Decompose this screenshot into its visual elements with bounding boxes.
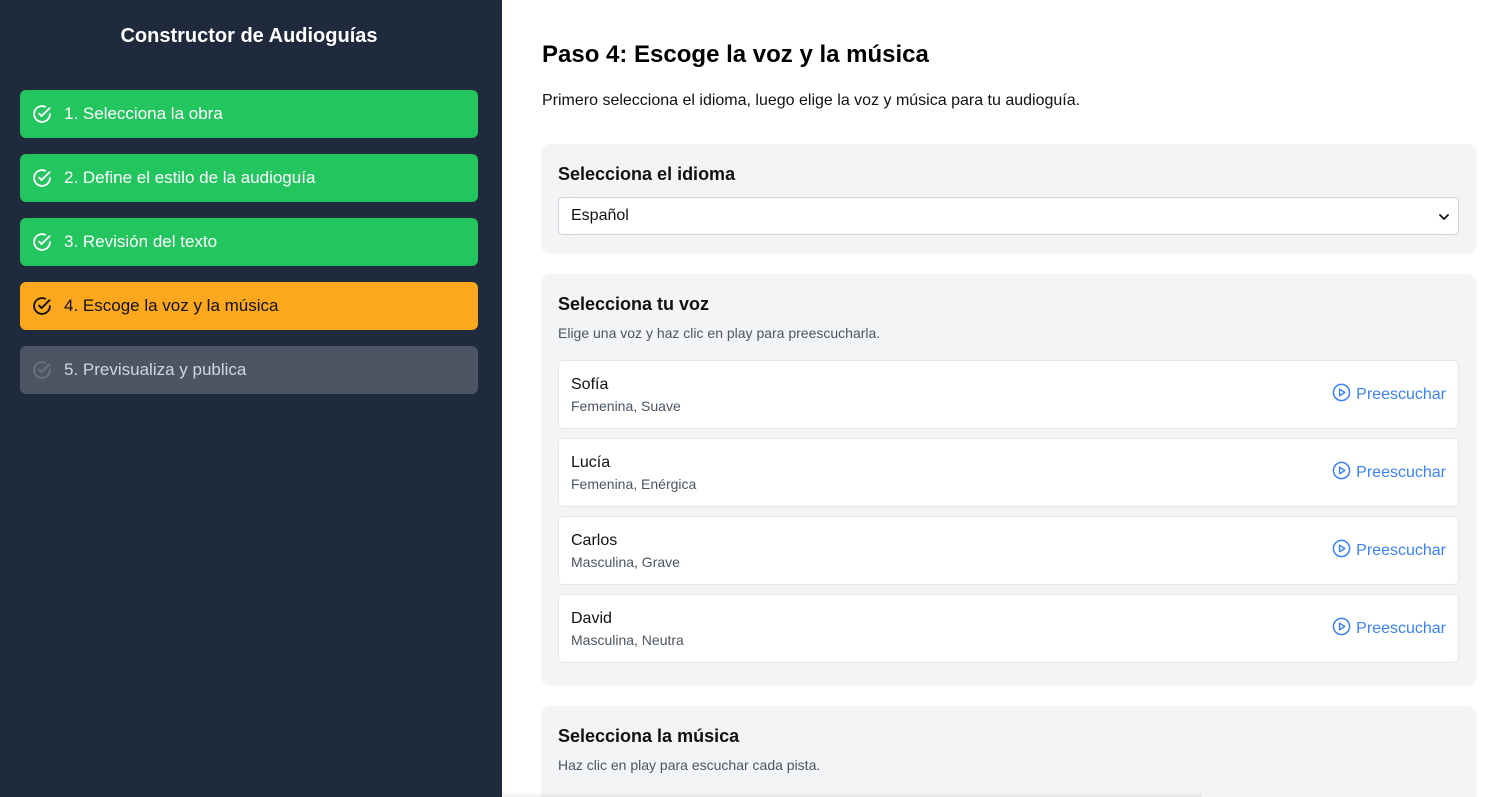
- voice-item-carlos[interactable]: Carlos Masculina, Grave Preescuchar: [558, 516, 1459, 585]
- voice-info: Sofía Femenina, Suave: [571, 375, 681, 414]
- language-card: Selecciona el idioma Español: [542, 144, 1476, 252]
- main-content: Paso 4: Escoge la voz y la música Primer…: [502, 0, 1509, 797]
- music-card-title: Selecciona la música: [558, 726, 740, 746]
- voice-description: Femenina, Suave: [571, 398, 681, 414]
- step-label: 2. Define el estilo de la audioguía: [64, 168, 316, 187]
- check-circle-icon: [32, 168, 52, 188]
- voice-description: Masculina, Grave: [571, 554, 680, 570]
- voice-description: Masculina, Neutra: [571, 632, 684, 648]
- voice-item-david[interactable]: David Masculina, Neutra Preescuchar: [558, 594, 1459, 663]
- play-circle-icon: [1332, 617, 1351, 641]
- preview-label: Preescuchar: [1356, 463, 1446, 481]
- step-5-preview-publish[interactable]: 5. Previsualiza y publica: [20, 346, 478, 394]
- preview-label: Preescuchar: [1356, 385, 1446, 403]
- music-card: Selecciona la música Haz clic en play pa…: [542, 706, 1476, 797]
- voice-info: Lucía Femenina, Enérgica: [571, 453, 696, 492]
- voice-card-subtitle: Elige una voz y haz clic en play para pr…: [558, 325, 881, 341]
- step-label: 5. Previsualiza y publica: [64, 360, 247, 379]
- step-label: 1. Selecciona la obra: [64, 104, 223, 123]
- voice-name: Lucía: [571, 454, 611, 471]
- voice-card-title: Selecciona tu voz: [558, 294, 710, 314]
- preview-button[interactable]: Preescuchar: [1332, 539, 1446, 563]
- language-selected-value: Español: [571, 207, 629, 224]
- voice-name: David: [571, 610, 612, 627]
- app-title: Constructor de Audioguías: [120, 25, 378, 47]
- step-label: 4. Escoge la voz y la música: [64, 296, 279, 315]
- voice-name: Carlos: [571, 532, 618, 549]
- voice-info: Carlos Masculina, Grave: [571, 531, 680, 570]
- preview-label: Preescuchar: [1356, 619, 1446, 637]
- scroll-fade: [502, 791, 1202, 797]
- play-circle-icon: [1332, 539, 1351, 563]
- step-4-voice-music[interactable]: 4. Escoge la voz y la música: [20, 282, 478, 330]
- step-2-define-style[interactable]: 2. Define el estilo de la audioguía: [20, 154, 478, 202]
- play-circle-icon: [1332, 461, 1351, 485]
- step-label: 3. Revisión del texto: [64, 232, 218, 251]
- preview-button[interactable]: Preescuchar: [1332, 461, 1446, 485]
- voice-description: Femenina, Enérgica: [571, 476, 697, 492]
- preview-button[interactable]: Preescuchar: [1332, 617, 1446, 641]
- preview-label: Preescuchar: [1356, 541, 1446, 559]
- voice-info: David Masculina, Neutra: [571, 609, 684, 648]
- voice-name: Sofía: [571, 376, 609, 393]
- play-circle-icon: [1332, 383, 1351, 407]
- check-circle-icon: [32, 232, 52, 252]
- page-title: Paso 4: Escoge la voz y la música: [542, 41, 929, 68]
- chevron-down-icon: [1438, 210, 1450, 222]
- steps-nav: 1. Selecciona la obra 2. Define el estil…: [20, 90, 478, 394]
- music-card-subtitle: Haz clic en play para escuchar cada pist…: [558, 757, 821, 773]
- preview-button[interactable]: Preescuchar: [1332, 383, 1446, 407]
- voice-card: Selecciona tu voz Elige una voz y haz cl…: [542, 274, 1476, 684]
- check-circle-icon: [32, 360, 52, 380]
- voice-item-sofia[interactable]: Sofía Femenina, Suave Preescuchar: [558, 360, 1459, 429]
- sidebar: Constructor de Audioguías 1. Selecciona …: [0, 0, 502, 797]
- step-1-select-work[interactable]: 1. Selecciona la obra: [20, 90, 478, 138]
- check-circle-icon: [32, 104, 52, 124]
- step-3-review-text[interactable]: 3. Revisión del texto: [20, 218, 478, 266]
- voice-list: Sofía Femenina, Suave Preescuchar Lucía …: [558, 360, 1460, 663]
- language-card-title: Selecciona el idioma: [558, 164, 736, 184]
- language-select[interactable]: Español: [558, 197, 1459, 235]
- voice-item-lucia[interactable]: Lucía Femenina, Enérgica Preescuchar: [558, 438, 1459, 507]
- page-description: Primero selecciona el idioma, luego elig…: [542, 92, 1081, 109]
- check-circle-icon: [32, 296, 52, 316]
